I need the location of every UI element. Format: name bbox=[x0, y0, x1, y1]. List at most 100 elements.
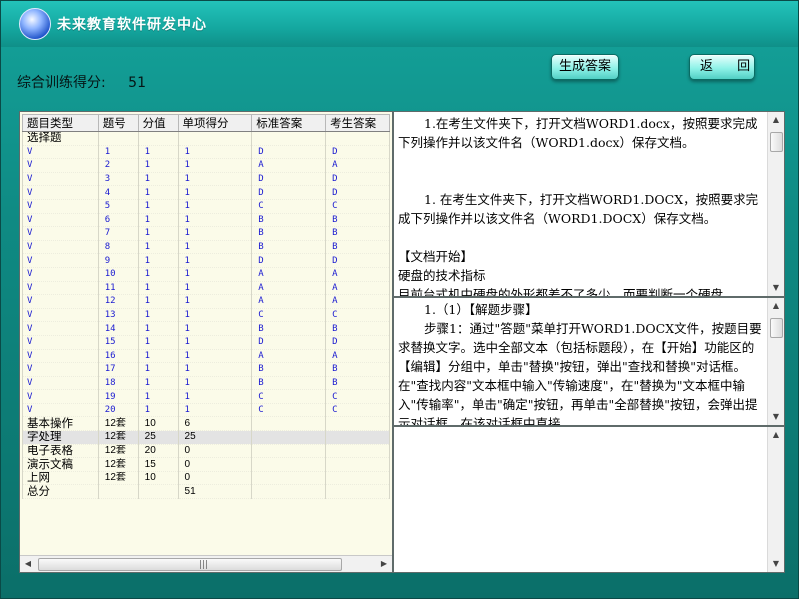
table-cell: B bbox=[325, 362, 390, 377]
score-table: 题目类型 题号 分值 单项得分 标准答案 考生答案 选择题 V111DDV211… bbox=[22, 114, 390, 500]
table-row[interactable]: 选择题 bbox=[22, 131, 390, 146]
score-table-panel: 题目类型 题号 分值 单项得分 标准答案 考生答案 选择题 V111DDV211… bbox=[19, 111, 393, 573]
score-table-grid[interactable]: 题目类型 题号 分值 单项得分 标准答案 考生答案 选择题 V111DDV211… bbox=[22, 114, 390, 554]
table-cell: A bbox=[251, 267, 327, 282]
table-cell: 1 bbox=[137, 321, 179, 336]
scroll-thumb[interactable]: ||| bbox=[38, 558, 342, 571]
table-cell: 1 bbox=[177, 172, 253, 187]
table-row[interactable]: 字处理 12套 25 25 bbox=[22, 430, 390, 445]
table-cell: B bbox=[325, 226, 390, 241]
table-row[interactable]: V 19 1 1 C C bbox=[22, 389, 390, 404]
table-cell: V bbox=[22, 253, 99, 268]
vertical-scrollbar[interactable]: ▲ ▼ bbox=[767, 427, 784, 572]
question-para-1: 1.在考生文件夹下，打开文档WORD1.docx，按照要求完成下列操作并以该文件… bbox=[398, 116, 758, 150]
table-cell: 20 bbox=[97, 403, 139, 418]
table-row[interactable]: V211AA bbox=[22, 158, 390, 173]
solution-steps-panel[interactable]: 1.（1）【解题步骤】 步骤1：通过"答题"菜单打开WORD1.DOCX文件，按… bbox=[393, 297, 785, 426]
window-title: 未来教育软件研发中心 bbox=[57, 17, 207, 33]
table-row[interactable]: V811BB bbox=[22, 240, 390, 255]
table-header-row: 题目类型 题号 分值 单项得分 标准答案 考生答案 bbox=[22, 114, 390, 132]
table-row[interactable]: V 17 1 1 B B bbox=[22, 362, 390, 377]
scroll-up-icon[interactable]: ▲ bbox=[768, 298, 784, 314]
total-score: 综合训练得分: 51 bbox=[17, 72, 146, 92]
column-header[interactable]: 标准答案 bbox=[251, 114, 327, 132]
table-cell: 8 bbox=[97, 240, 139, 255]
scroll-up-icon[interactable]: ▲ bbox=[768, 112, 784, 128]
table-cell: 1 bbox=[137, 294, 179, 309]
table-row[interactable]: 总分 51 bbox=[22, 484, 390, 500]
table-cell: C bbox=[325, 308, 390, 323]
back-button[interactable]: 返 回 bbox=[689, 54, 755, 80]
table-row[interactable]: V 20 1 1 C C bbox=[22, 403, 390, 418]
scroll-thumb[interactable] bbox=[770, 132, 783, 152]
output-panel[interactable]: ▲ ▼ bbox=[393, 426, 785, 573]
table-cell bbox=[137, 484, 179, 500]
table-row[interactable]: 演示文稿 12套 15 0 bbox=[22, 457, 390, 472]
table-cell: D bbox=[251, 335, 327, 350]
table-cell: 0 bbox=[177, 444, 253, 459]
column-header[interactable]: 题目类型 bbox=[22, 114, 99, 132]
table-row[interactable]: V411DD bbox=[22, 185, 390, 200]
table-cell: V bbox=[22, 403, 99, 418]
column-header[interactable]: 题号 bbox=[97, 114, 139, 132]
table-cell: 1 bbox=[137, 403, 179, 418]
table-row[interactable]: V 16 1 1 A A bbox=[22, 349, 390, 364]
scroll-right-icon[interactable]: ▶ bbox=[376, 556, 392, 572]
table-cell: 1 bbox=[177, 199, 253, 214]
table-row[interactable]: V 10 1 1 A A bbox=[22, 267, 390, 282]
question-para-3: 【文档开始】 bbox=[398, 249, 474, 264]
column-header[interactable]: 分值 bbox=[137, 114, 179, 132]
column-header[interactable]: 考生答案 bbox=[325, 114, 390, 132]
scroll-left-icon[interactable]: ◀ bbox=[20, 556, 36, 572]
table-cell: V bbox=[22, 321, 99, 336]
table-row[interactable]: V711BB bbox=[22, 226, 390, 241]
table-cell: 1 bbox=[177, 158, 253, 173]
question-text-panel[interactable]: 1.在考生文件夹下，打开文档WORD1.docx，按照要求完成下列操作并以该文件… bbox=[393, 111, 785, 297]
table-cell: 14 bbox=[97, 321, 139, 336]
table-cell: 1 bbox=[97, 145, 139, 160]
table-cell: V bbox=[22, 281, 99, 296]
table-cell: V bbox=[22, 145, 99, 160]
table-cell bbox=[325, 416, 390, 432]
scroll-down-icon[interactable]: ▼ bbox=[768, 409, 784, 425]
table-cell: 1 bbox=[137, 281, 179, 296]
table-cell: D bbox=[251, 172, 327, 187]
table-cell: 1 bbox=[177, 185, 253, 200]
table-cell: 17 bbox=[97, 362, 139, 377]
table-cell: B bbox=[251, 376, 327, 391]
question-para-5: 目前台式机中硬盘的外形都差不了多少，而要判断一个硬盘 bbox=[398, 287, 724, 297]
scroll-down-icon[interactable]: ▼ bbox=[768, 280, 784, 296]
vertical-scrollbar[interactable]: ▲ ▼ bbox=[767, 112, 784, 296]
table-row[interactable]: V 14 1 1 B B bbox=[22, 321, 390, 336]
table-cell: 12套 bbox=[97, 430, 139, 445]
table-row[interactable]: V111DD bbox=[22, 145, 390, 160]
table-row[interactable]: V 13 1 1 C C bbox=[22, 308, 390, 323]
table-cell bbox=[97, 484, 139, 500]
table-cell: D bbox=[251, 145, 327, 160]
table-row[interactable]: V 12 1 1 A A bbox=[22, 294, 390, 309]
table-row[interactable]: V611BB bbox=[22, 213, 390, 228]
table-row[interactable]: 基本操作 12套 10 6 bbox=[22, 416, 390, 432]
scroll-down-icon[interactable]: ▼ bbox=[768, 556, 784, 572]
generate-answer-button[interactable]: 生成答案 bbox=[551, 54, 619, 80]
table-cell: 1 bbox=[177, 253, 253, 268]
scroll-thumb[interactable] bbox=[770, 318, 783, 338]
table-row[interactable]: V 11 1 1 A A bbox=[22, 281, 390, 296]
column-header[interactable]: 单项得分 bbox=[177, 114, 253, 132]
table-cell: A bbox=[251, 281, 327, 296]
table-cell: B bbox=[325, 321, 390, 336]
table-cell: V bbox=[22, 172, 99, 187]
table-row[interactable]: 上网 12套 10 0 bbox=[22, 471, 390, 486]
table-row[interactable]: V 15 1 1 D D bbox=[22, 335, 390, 350]
vertical-scrollbar[interactable]: ▲ ▼ bbox=[767, 298, 784, 425]
table-row[interactable]: V 18 1 1 B B bbox=[22, 376, 390, 391]
table-cell: 1 bbox=[177, 403, 253, 418]
scroll-up-icon[interactable]: ▲ bbox=[768, 427, 784, 443]
table-row[interactable]: 电子表格 12套 20 0 bbox=[22, 444, 390, 459]
table-cell: V bbox=[22, 240, 99, 255]
table-row[interactable]: V511CC bbox=[22, 199, 390, 214]
table-row[interactable]: V911DD bbox=[22, 253, 390, 268]
table-cell: V bbox=[22, 267, 99, 282]
table-row[interactable]: V311DD bbox=[22, 172, 390, 187]
horizontal-scrollbar[interactable]: ◀ ||| ▶ bbox=[20, 555, 392, 572]
